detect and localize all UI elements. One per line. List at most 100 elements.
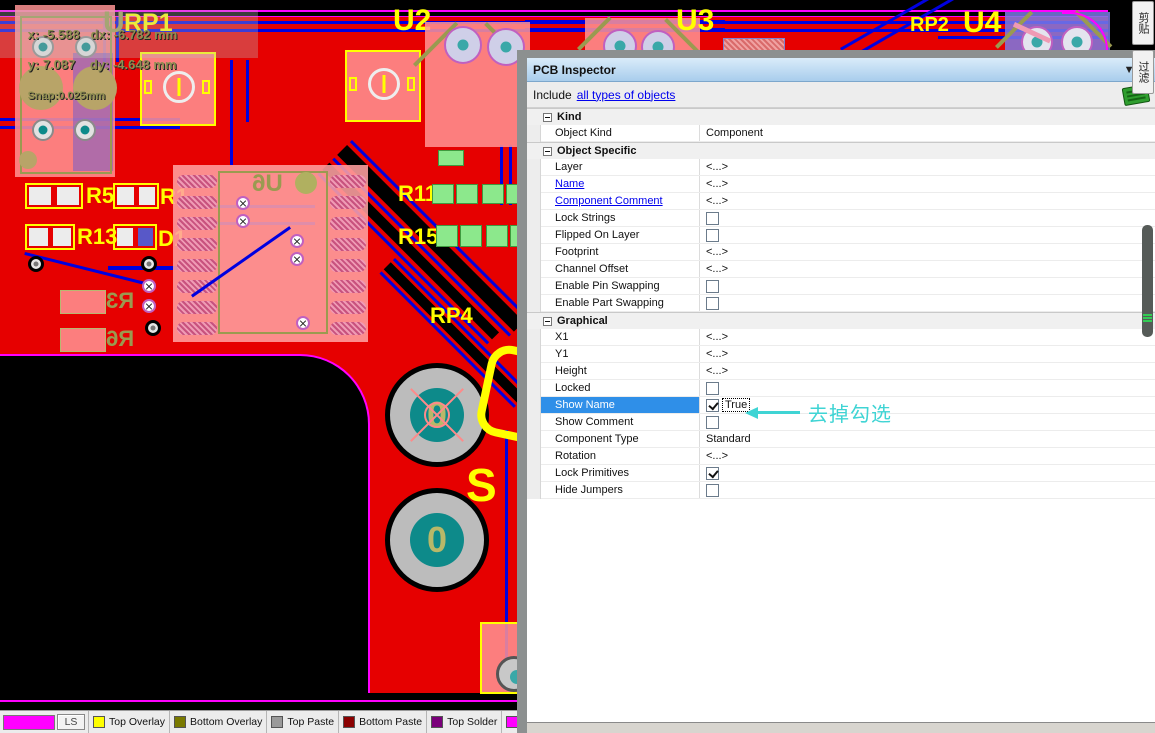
trace: [230, 60, 233, 165]
checkbox[interactable]: [706, 212, 719, 225]
side-tab-2[interactable]: 过滤: [1132, 50, 1154, 94]
property-grid: KindObject KindComponentObject SpecificL…: [527, 108, 1155, 499]
layer-tab-label: Bottom Paste: [359, 716, 422, 728]
section-object-specific[interactable]: Object Specific: [527, 142, 1155, 159]
inspector-row-enable-pin-swapping[interactable]: Enable Pin Swapping: [527, 278, 1155, 295]
mounting-hole-1[interactable]: 0: [385, 363, 489, 467]
section-label: Kind: [557, 111, 581, 123]
value-text: <...>: [706, 450, 728, 462]
inspector-row-enable-part-swapping[interactable]: Enable Part Swapping: [527, 295, 1155, 312]
property-value[interactable]: [700, 278, 1155, 294]
panel-title: PCB Inspector: [533, 63, 616, 77]
checkbox[interactable]: [706, 416, 719, 429]
side-tab-1[interactable]: 剪贴: [1132, 1, 1154, 45]
value-text: <...>: [706, 348, 728, 360]
checkbox[interactable]: [706, 297, 719, 310]
layer-tab-bottom-paste[interactable]: Bottom Paste: [338, 711, 426, 733]
include-label: Include: [533, 88, 572, 102]
pad: [74, 119, 96, 141]
collapse-icon[interactable]: [543, 113, 552, 122]
property-value[interactable]: [700, 465, 1155, 481]
inspector-row-locked[interactable]: Locked: [527, 380, 1155, 397]
checkbox[interactable]: [706, 382, 719, 395]
property-value[interactable]: [700, 227, 1155, 243]
layer-tab-label: Top Solder: [447, 716, 497, 728]
layer-tab-bottom-overlay[interactable]: Bottom Overlay: [169, 711, 266, 733]
layer-tab-top-overlay[interactable]: Top Overlay: [88, 711, 169, 733]
component-u2[interactable]: [425, 22, 530, 147]
property-value[interactable]: True: [700, 397, 1155, 413]
checkbox[interactable]: [706, 399, 719, 412]
checkbox[interactable]: [706, 280, 719, 293]
property-value[interactable]: Component: [700, 125, 1155, 141]
layer-set-color-swatch[interactable]: [3, 715, 55, 730]
section-graphical[interactable]: Graphical: [527, 312, 1155, 329]
checkbox[interactable]: [706, 229, 719, 242]
via: [236, 196, 250, 210]
inspector-row-flipped-on-layer[interactable]: Flipped On Layer: [527, 227, 1155, 244]
inspector-row-show-comment[interactable]: Show Comment: [527, 414, 1155, 431]
property-value[interactable]: [700, 210, 1155, 226]
panel-title-bar[interactable]: PCB Inspector ▼ ×: [527, 58, 1155, 82]
collapse-icon[interactable]: [543, 147, 552, 156]
inspector-row-height[interactable]: Height<...>: [527, 363, 1155, 380]
component-r13[interactable]: [25, 224, 75, 250]
property-value[interactable]: [700, 414, 1155, 430]
via: [296, 316, 310, 330]
board-cutout: [0, 354, 370, 695]
inspector-row-footprint[interactable]: Footprint<...>: [527, 244, 1155, 261]
inspector-row-layer[interactable]: Layer<...>: [527, 159, 1155, 176]
layer-color-swatch: [93, 716, 105, 728]
inspector-row-component-type[interactable]: Component TypeStandard: [527, 431, 1155, 448]
component-r3-bottom[interactable]: [60, 290, 106, 314]
layer-tab-top-solder[interactable]: Top Solder: [426, 711, 501, 733]
inspector-row-hide-jumpers[interactable]: Hide Jumpers: [527, 482, 1155, 499]
inspector-row-y1[interactable]: Y1<...>: [527, 346, 1155, 363]
collapse-icon[interactable]: [543, 317, 552, 326]
component-u6[interactable]: U6: [173, 165, 368, 342]
component-d1[interactable]: [113, 224, 157, 250]
layer-tab-bo[interactable]: Bo: [501, 711, 517, 733]
scrollbar-thumb[interactable]: [1142, 225, 1153, 337]
component-r5[interactable]: [25, 183, 83, 209]
property-value[interactable]: Standard: [700, 431, 1155, 447]
inspector-row-x1[interactable]: X1<...>: [527, 329, 1155, 346]
property-value[interactable]: <...>: [700, 261, 1155, 277]
layer-tab-top-paste[interactable]: Top Paste: [266, 711, 338, 733]
inspector-row-channel-offset[interactable]: Channel Offset<...>: [527, 261, 1155, 278]
component-r6-bottom[interactable]: [60, 328, 106, 352]
property-value[interactable]: <...>: [700, 159, 1155, 175]
component-r1[interactable]: [113, 183, 159, 209]
layer-set-group[interactable]: LS: [0, 714, 88, 730]
designator-r13: R13: [77, 226, 117, 248]
inspector-row-rotation[interactable]: Rotation<...>: [527, 448, 1155, 465]
property-value[interactable]: [700, 380, 1155, 396]
property-label[interactable]: Component Comment: [540, 193, 700, 209]
checkbox[interactable]: [706, 467, 719, 480]
property-value[interactable]: <...>: [700, 176, 1155, 192]
value-text: <...>: [706, 246, 728, 258]
inspector-row-show-name[interactable]: Show NameTrue: [527, 397, 1155, 414]
checkbox[interactable]: [706, 484, 719, 497]
property-value[interactable]: <...>: [700, 363, 1155, 379]
property-value[interactable]: <...>: [700, 448, 1155, 464]
property-value[interactable]: [700, 482, 1155, 498]
property-value[interactable]: <...>: [700, 346, 1155, 362]
inspector-row-component-comment[interactable]: Component Comment<...>: [527, 193, 1155, 210]
inspector-row-name[interactable]: Name<...>: [527, 176, 1155, 193]
designator-r6-mirror: R6: [106, 328, 134, 350]
property-label[interactable]: Name: [540, 176, 700, 192]
property-value[interactable]: <...>: [700, 244, 1155, 260]
inspector-row-object-kind[interactable]: Object KindComponent: [527, 125, 1155, 142]
property-value[interactable]: <...>: [700, 329, 1155, 345]
include-scope-link[interactable]: all types of objects: [577, 88, 676, 102]
component-socket-b[interactable]: [345, 50, 421, 122]
value-text: Component: [706, 127, 763, 139]
component-bottom[interactable]: [480, 622, 522, 694]
inspector-row-lock-primitives[interactable]: Lock Primitives: [527, 465, 1155, 482]
property-value[interactable]: <...>: [700, 193, 1155, 209]
layer-set-button[interactable]: LS: [57, 714, 85, 730]
section-kind[interactable]: Kind: [527, 108, 1155, 125]
inspector-row-lock-strings[interactable]: Lock Strings: [527, 210, 1155, 227]
property-value[interactable]: [700, 295, 1155, 311]
